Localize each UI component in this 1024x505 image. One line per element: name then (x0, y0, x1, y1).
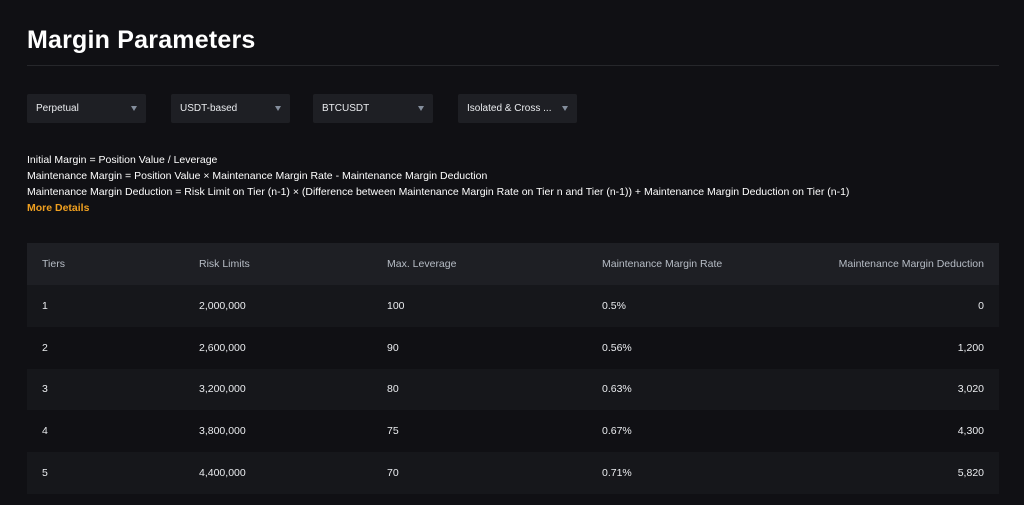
risk-limit-cell: 2,600,000 (199, 341, 246, 354)
mm-deduction-cell: 0 (978, 299, 984, 312)
mm-rate-cell: 0.63% (602, 383, 632, 396)
max-leverage-cell: 80 (387, 383, 399, 396)
risk-limit-cell: 3,200,000 (199, 383, 246, 396)
margin-asset-label: USDT-based (180, 103, 238, 114)
mm-deduction-cell: 4,300 (957, 425, 984, 438)
symbol-select[interactable]: BTCUSDT (313, 94, 433, 123)
tier-cell: 2 (42, 341, 48, 354)
caret-down-icon (418, 106, 424, 111)
tier-cell: 3 (42, 383, 48, 396)
table-row: 5 4,400,000 70 0.71% 5,820 (27, 452, 999, 494)
header-tiers: Tiers (42, 258, 65, 270)
tier-cell: 4 (42, 425, 48, 438)
max-leverage-cell: 70 (387, 467, 399, 480)
margin-asset-select[interactable]: USDT-based (171, 94, 290, 123)
caret-down-icon (562, 106, 568, 111)
caret-down-icon (275, 106, 281, 111)
title-divider (27, 65, 999, 66)
header-risk-limits: Risk Limits (199, 258, 250, 270)
tier-cell: 5 (42, 467, 48, 480)
header-maintenance-margin-rate: Maintenance Margin Rate (602, 258, 723, 270)
mm-rate-cell: 0.5% (602, 299, 626, 312)
caret-down-icon (131, 106, 137, 111)
mm-rate-cell: 0.67% (602, 425, 632, 438)
risk-limit-cell: 4,400,000 (199, 467, 246, 480)
mm-rate-cell: 0.71% (602, 467, 632, 480)
table-row: 4 3,800,000 75 0.67% 4,300 (27, 410, 999, 453)
mm-rate-cell: 0.56% (602, 341, 632, 354)
tier-cell: 1 (42, 299, 48, 312)
table-row: 1 2,000,000 100 0.5% 0 (27, 285, 999, 327)
table-row: 2 2,600,000 90 0.56% 1,200 (27, 326, 999, 369)
initial-margin-formula: Initial Margin = Position Value / Levera… (27, 154, 218, 166)
more-details-link[interactable]: More Details (27, 200, 849, 216)
max-leverage-cell: 90 (387, 341, 399, 354)
mm-deduction-cell: 5,820 (957, 467, 984, 480)
page-title: Margin Parameters (27, 26, 256, 54)
max-leverage-cell: 100 (387, 299, 405, 312)
formula-section: Initial Margin = Position Value / Levera… (27, 152, 849, 216)
mm-deduction-cell: 1,200 (957, 341, 984, 354)
maintenance-margin-formula: Maintenance Margin = Position Value × Ma… (27, 170, 488, 182)
maintenance-deduction-formula: Maintenance Margin Deduction = Risk Limi… (27, 186, 850, 198)
max-leverage-cell: 75 (387, 425, 399, 438)
table-header-row: Tiers Risk Limits Max. Leverage Maintena… (27, 243, 999, 285)
risk-limit-cell: 3,800,000 (199, 425, 246, 438)
contract-type-label: Perpetual (36, 103, 79, 114)
margin-tiers-table: Tiers Risk Limits Max. Leverage Maintena… (27, 243, 999, 494)
contract-type-select[interactable]: Perpetual (27, 94, 146, 123)
header-maintenance-margin-deduction: Maintenance Margin Deduction (838, 258, 984, 270)
risk-limit-cell: 2,000,000 (199, 299, 246, 312)
margin-mode-label: Isolated & Cross ... (467, 103, 552, 114)
symbol-label: BTCUSDT (322, 103, 370, 114)
table-row: 3 3,200,000 80 0.63% 3,020 (27, 368, 999, 411)
header-max-leverage: Max. Leverage (387, 258, 457, 270)
margin-mode-select[interactable]: Isolated & Cross ... (458, 94, 577, 123)
mm-deduction-cell: 3,020 (957, 383, 984, 396)
